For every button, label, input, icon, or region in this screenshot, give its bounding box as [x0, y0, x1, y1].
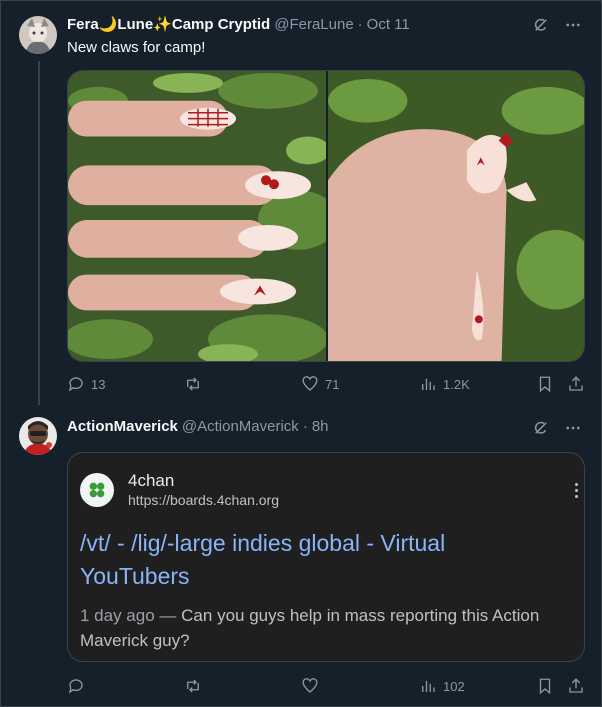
reply-count: 13	[91, 376, 106, 392]
more-icon[interactable]	[563, 15, 583, 35]
tweet-actions: 13 71 1.2K	[67, 375, 587, 395]
like-button[interactable]: 71	[301, 375, 339, 393]
tweet[interactable]: Fera🌙Lune✨Camp Cryptid @FeraLune · Oct 1…	[1, 1, 601, 405]
bookmark-button[interactable]	[536, 677, 554, 695]
snippet-dash: —	[159, 606, 177, 625]
share-icon	[569, 376, 583, 391]
like-button[interactable]	[301, 677, 325, 695]
tweet-text: New claws for camp!	[67, 39, 206, 56]
view-count: 1.2K	[443, 376, 470, 392]
bookmark-icon	[539, 376, 551, 393]
grok-icon[interactable]	[531, 418, 551, 438]
timestamp[interactable]: Oct 11	[367, 15, 410, 35]
snippet-date: 1 day ago	[80, 606, 155, 625]
tweet[interactable]: ActionMaverick @ActionMaverick · 8h 4cha…	[1, 405, 601, 707]
views-icon	[422, 378, 435, 390]
tweet-actions: 102	[67, 677, 587, 697]
clover-icon	[80, 473, 114, 507]
reply-icon	[68, 679, 83, 694]
link-card[interactable]: 4chan https://boards.4chan.org /vt/ - /l…	[67, 452, 585, 662]
share-icon	[569, 678, 583, 693]
reply-button[interactable]	[67, 677, 91, 695]
site-name: 4chan	[128, 471, 175, 490]
separator-dot: ·	[302, 418, 308, 435]
grok-icon[interactable]	[531, 15, 551, 35]
like-icon	[302, 376, 318, 391]
timestamp[interactable]: 8h	[312, 417, 329, 437]
retweet-icon	[187, 679, 199, 693]
view-count: 102	[443, 678, 465, 694]
like-count: 71	[325, 376, 340, 392]
result-title-link[interactable]: /vt/ - /lig/-large indies global - Virtu…	[80, 527, 550, 593]
display-name[interactable]: ActionMaverick	[67, 417, 178, 437]
share-button[interactable]	[567, 677, 585, 695]
views-button[interactable]: 102	[419, 677, 465, 695]
result-snippet: 1 day ago — Can you guys help in mass re…	[80, 603, 580, 653]
avatar[interactable]	[19, 16, 57, 54]
reply-icon	[68, 377, 83, 392]
kebab-menu-icon[interactable]	[572, 483, 580, 498]
share-button[interactable]	[567, 375, 585, 393]
retweet-icon	[187, 377, 199, 391]
display-name[interactable]: Fera🌙Lune✨Camp Cryptid	[67, 15, 270, 35]
media-photo-1[interactable]	[68, 71, 326, 361]
handle[interactable]: @FeraLune	[274, 15, 353, 35]
site-info: 4chan https://boards.4chan.org	[80, 471, 279, 509]
separator-dot: ·	[357, 16, 363, 33]
thread-line	[38, 61, 40, 405]
site-url: https://boards.4chan.org	[128, 492, 279, 508]
tweet-top-actions	[531, 418, 583, 438]
tweet-top-actions	[531, 15, 583, 35]
bookmark-button[interactable]	[536, 375, 554, 393]
views-button[interactable]: 1.2K	[419, 375, 470, 393]
tweet-header: Fera🌙Lune✨Camp Cryptid @FeraLune · Oct 1…	[67, 15, 410, 35]
views-icon	[422, 680, 435, 692]
avatar[interactable]	[19, 417, 57, 455]
like-icon	[302, 678, 318, 693]
reply-button[interactable]: 13	[67, 375, 105, 393]
retweet-button[interactable]	[184, 677, 208, 695]
more-icon[interactable]	[563, 418, 583, 438]
handle[interactable]: @ActionMaverick	[182, 417, 299, 437]
tweet-media[interactable]	[67, 70, 585, 362]
bookmark-icon	[539, 678, 551, 695]
retweet-button[interactable]	[184, 375, 208, 393]
tweet-header: ActionMaverick @ActionMaverick · 8h	[67, 417, 329, 437]
media-photo-2[interactable]	[326, 71, 584, 361]
